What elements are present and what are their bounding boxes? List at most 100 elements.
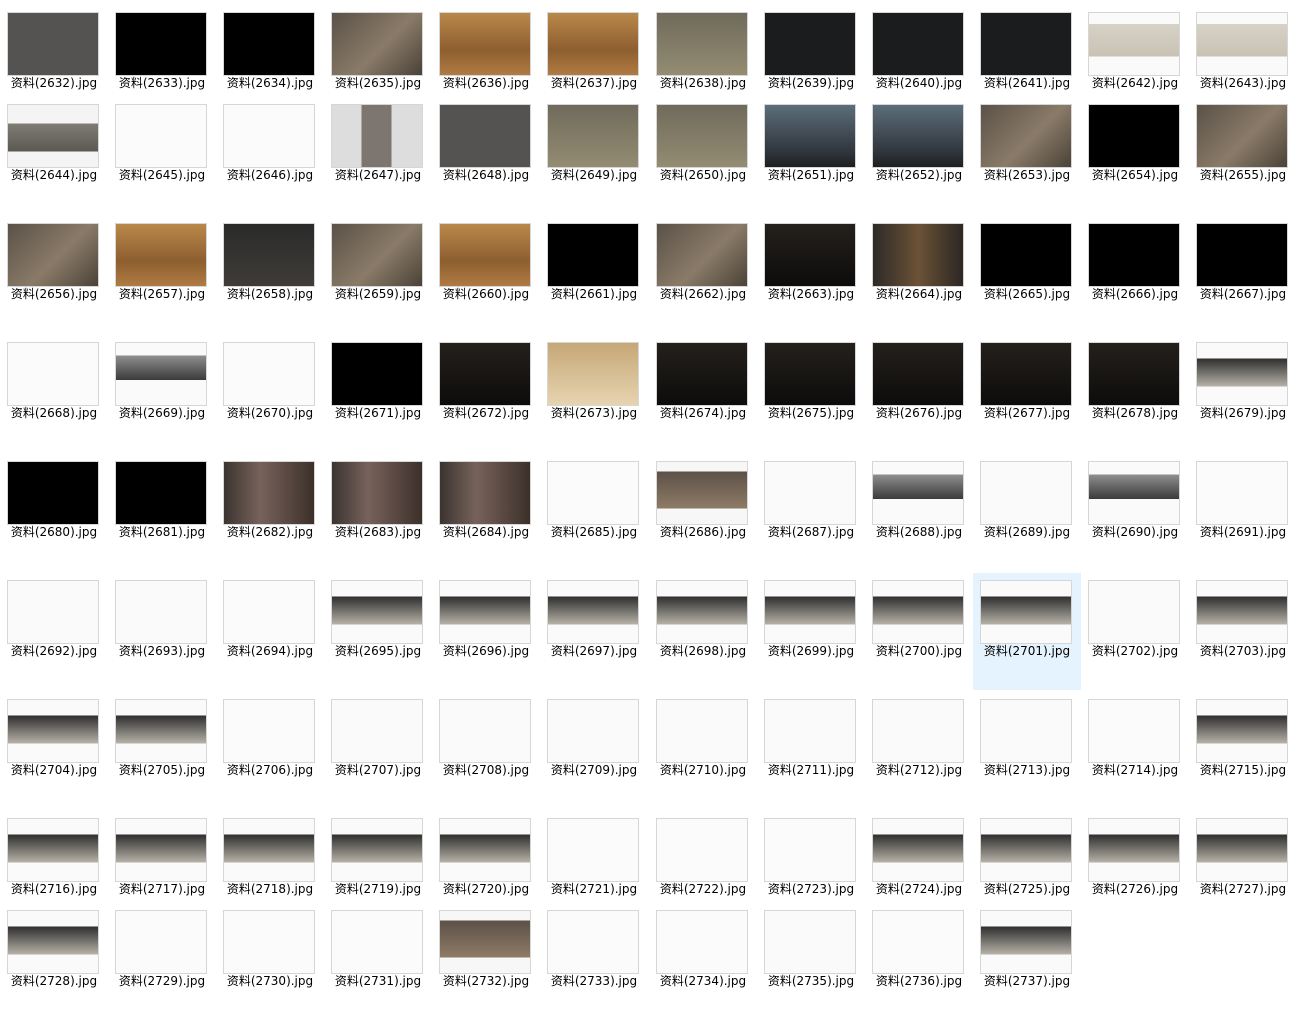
file-item[interactable]: 资料(2734).jpg (649, 903, 757, 1020)
file-thumbnail[interactable] (440, 819, 530, 881)
file-item[interactable]: 资料(2711).jpg (757, 692, 865, 809)
file-item[interactable]: 资料(2680).jpg (0, 454, 108, 571)
file-thumbnail[interactable] (8, 581, 98, 643)
file-thumbnail[interactable] (8, 819, 98, 881)
file-thumbnail[interactable] (440, 581, 530, 643)
file-item[interactable]: 资料(2735).jpg (757, 903, 865, 1020)
file-thumbnail[interactable] (116, 462, 206, 524)
file-item[interactable]: 资料(2647).jpg (324, 97, 432, 214)
file-item[interactable]: 资料(2703).jpg (1189, 573, 1293, 690)
file-thumbnail[interactable] (657, 911, 747, 973)
file-thumbnail[interactable] (332, 911, 422, 973)
file-item[interactable]: 资料(2732).jpg (432, 903, 540, 1020)
file-thumbnail[interactable] (8, 105, 98, 167)
file-thumbnail[interactable] (1197, 462, 1287, 524)
file-thumbnail[interactable] (548, 462, 638, 524)
file-item[interactable]: 资料(2691).jpg (1189, 454, 1293, 571)
file-item[interactable]: 资料(2713).jpg (973, 692, 1081, 809)
file-item[interactable]: 资料(2668).jpg (0, 335, 108, 452)
file-thumbnail[interactable] (8, 343, 98, 405)
file-thumbnail[interactable] (1197, 700, 1287, 762)
file-item[interactable]: 资料(2727).jpg (1189, 811, 1293, 928)
file-item[interactable]: 资料(2677).jpg (973, 335, 1081, 452)
file-item[interactable]: 资料(2699).jpg (757, 573, 865, 690)
file-thumbnail[interactable] (440, 911, 530, 973)
file-item[interactable]: 资料(2701).jpg (973, 573, 1081, 690)
file-thumbnail[interactable] (116, 343, 206, 405)
file-item[interactable]: 资料(2692).jpg (0, 573, 108, 690)
file-thumbnail[interactable] (981, 13, 1071, 75)
file-item[interactable]: 资料(2726).jpg (1081, 811, 1189, 928)
file-item[interactable]: 资料(2656).jpg (0, 216, 108, 333)
file-thumbnail[interactable] (981, 462, 1071, 524)
file-thumbnail[interactable] (224, 911, 314, 973)
file-thumbnail[interactable] (1089, 105, 1179, 167)
file-thumbnail[interactable] (765, 13, 855, 75)
file-thumbnail[interactable] (873, 700, 963, 762)
file-thumbnail[interactable] (332, 224, 422, 286)
file-item[interactable]: 资料(2644).jpg (0, 97, 108, 214)
file-thumbnail[interactable] (8, 911, 98, 973)
file-thumbnail[interactable] (1089, 581, 1179, 643)
file-item[interactable]: 资料(2658).jpg (216, 216, 324, 333)
file-item[interactable]: 资料(2710).jpg (649, 692, 757, 809)
file-thumbnail[interactable] (8, 13, 98, 75)
file-item[interactable]: 资料(2662).jpg (649, 216, 757, 333)
file-item[interactable]: 资料(2661).jpg (540, 216, 648, 333)
file-thumbnail[interactable] (981, 819, 1071, 881)
file-thumbnail[interactable] (657, 581, 747, 643)
file-item[interactable]: 资料(2674).jpg (649, 335, 757, 452)
file-item[interactable]: 资料(2733).jpg (540, 903, 648, 1020)
file-item[interactable]: 资料(2646).jpg (216, 97, 324, 214)
file-item[interactable]: 资料(2675).jpg (757, 335, 865, 452)
file-thumbnail[interactable] (1197, 343, 1287, 405)
file-thumbnail[interactable] (8, 224, 98, 286)
file-thumbnail[interactable] (657, 13, 747, 75)
file-item[interactable]: 资料(2652).jpg (865, 97, 973, 214)
file-thumbnail[interactable] (873, 581, 963, 643)
file-item[interactable]: 资料(2664).jpg (865, 216, 973, 333)
file-item[interactable]: 资料(2660).jpg (432, 216, 540, 333)
file-item[interactable]: 资料(2651).jpg (757, 97, 865, 214)
file-thumbnail[interactable] (1197, 105, 1287, 167)
file-item[interactable]: 资料(2736).jpg (865, 903, 973, 1020)
file-item[interactable]: 资料(2679).jpg (1189, 335, 1293, 452)
file-item[interactable]: 资料(2682).jpg (216, 454, 324, 571)
file-thumbnail[interactable] (765, 105, 855, 167)
file-thumbnail[interactable] (657, 700, 747, 762)
file-thumbnail[interactable] (224, 462, 314, 524)
file-item[interactable]: 资料(2654).jpg (1081, 97, 1189, 214)
file-item[interactable]: 资料(2688).jpg (865, 454, 973, 571)
file-thumbnail[interactable] (224, 13, 314, 75)
file-thumbnail[interactable] (873, 462, 963, 524)
file-item[interactable]: 资料(2697).jpg (540, 573, 648, 690)
file-item[interactable]: 资料(2673).jpg (540, 335, 648, 452)
file-thumbnail[interactable] (224, 819, 314, 881)
file-item[interactable]: 资料(2695).jpg (324, 573, 432, 690)
file-thumbnail[interactable] (548, 911, 638, 973)
file-thumbnail[interactable] (765, 343, 855, 405)
file-thumbnail[interactable] (332, 13, 422, 75)
file-thumbnail[interactable] (116, 105, 206, 167)
file-thumbnail[interactable] (981, 105, 1071, 167)
file-item[interactable]: 资料(2653).jpg (973, 97, 1081, 214)
file-item[interactable]: 资料(2704).jpg (0, 692, 108, 809)
file-item[interactable]: 资料(2696).jpg (432, 573, 540, 690)
file-item[interactable]: 资料(2672).jpg (432, 335, 540, 452)
file-thumbnail[interactable] (1089, 343, 1179, 405)
file-item[interactable]: 资料(2694).jpg (216, 573, 324, 690)
file-thumbnail[interactable] (116, 700, 206, 762)
file-thumbnail[interactable] (981, 700, 1071, 762)
file-thumbnail[interactable] (224, 700, 314, 762)
file-item[interactable]: 资料(2671).jpg (324, 335, 432, 452)
file-thumbnail[interactable] (440, 700, 530, 762)
file-thumbnail[interactable] (116, 13, 206, 75)
file-item[interactable]: 资料(2645).jpg (108, 97, 216, 214)
file-thumbnail[interactable] (332, 343, 422, 405)
file-thumbnail[interactable] (116, 819, 206, 881)
file-thumbnail[interactable] (765, 911, 855, 973)
file-thumbnail[interactable] (116, 224, 206, 286)
file-item[interactable]: 资料(2657).jpg (108, 216, 216, 333)
file-thumbnail[interactable] (1089, 819, 1179, 881)
file-thumbnail[interactable] (873, 105, 963, 167)
